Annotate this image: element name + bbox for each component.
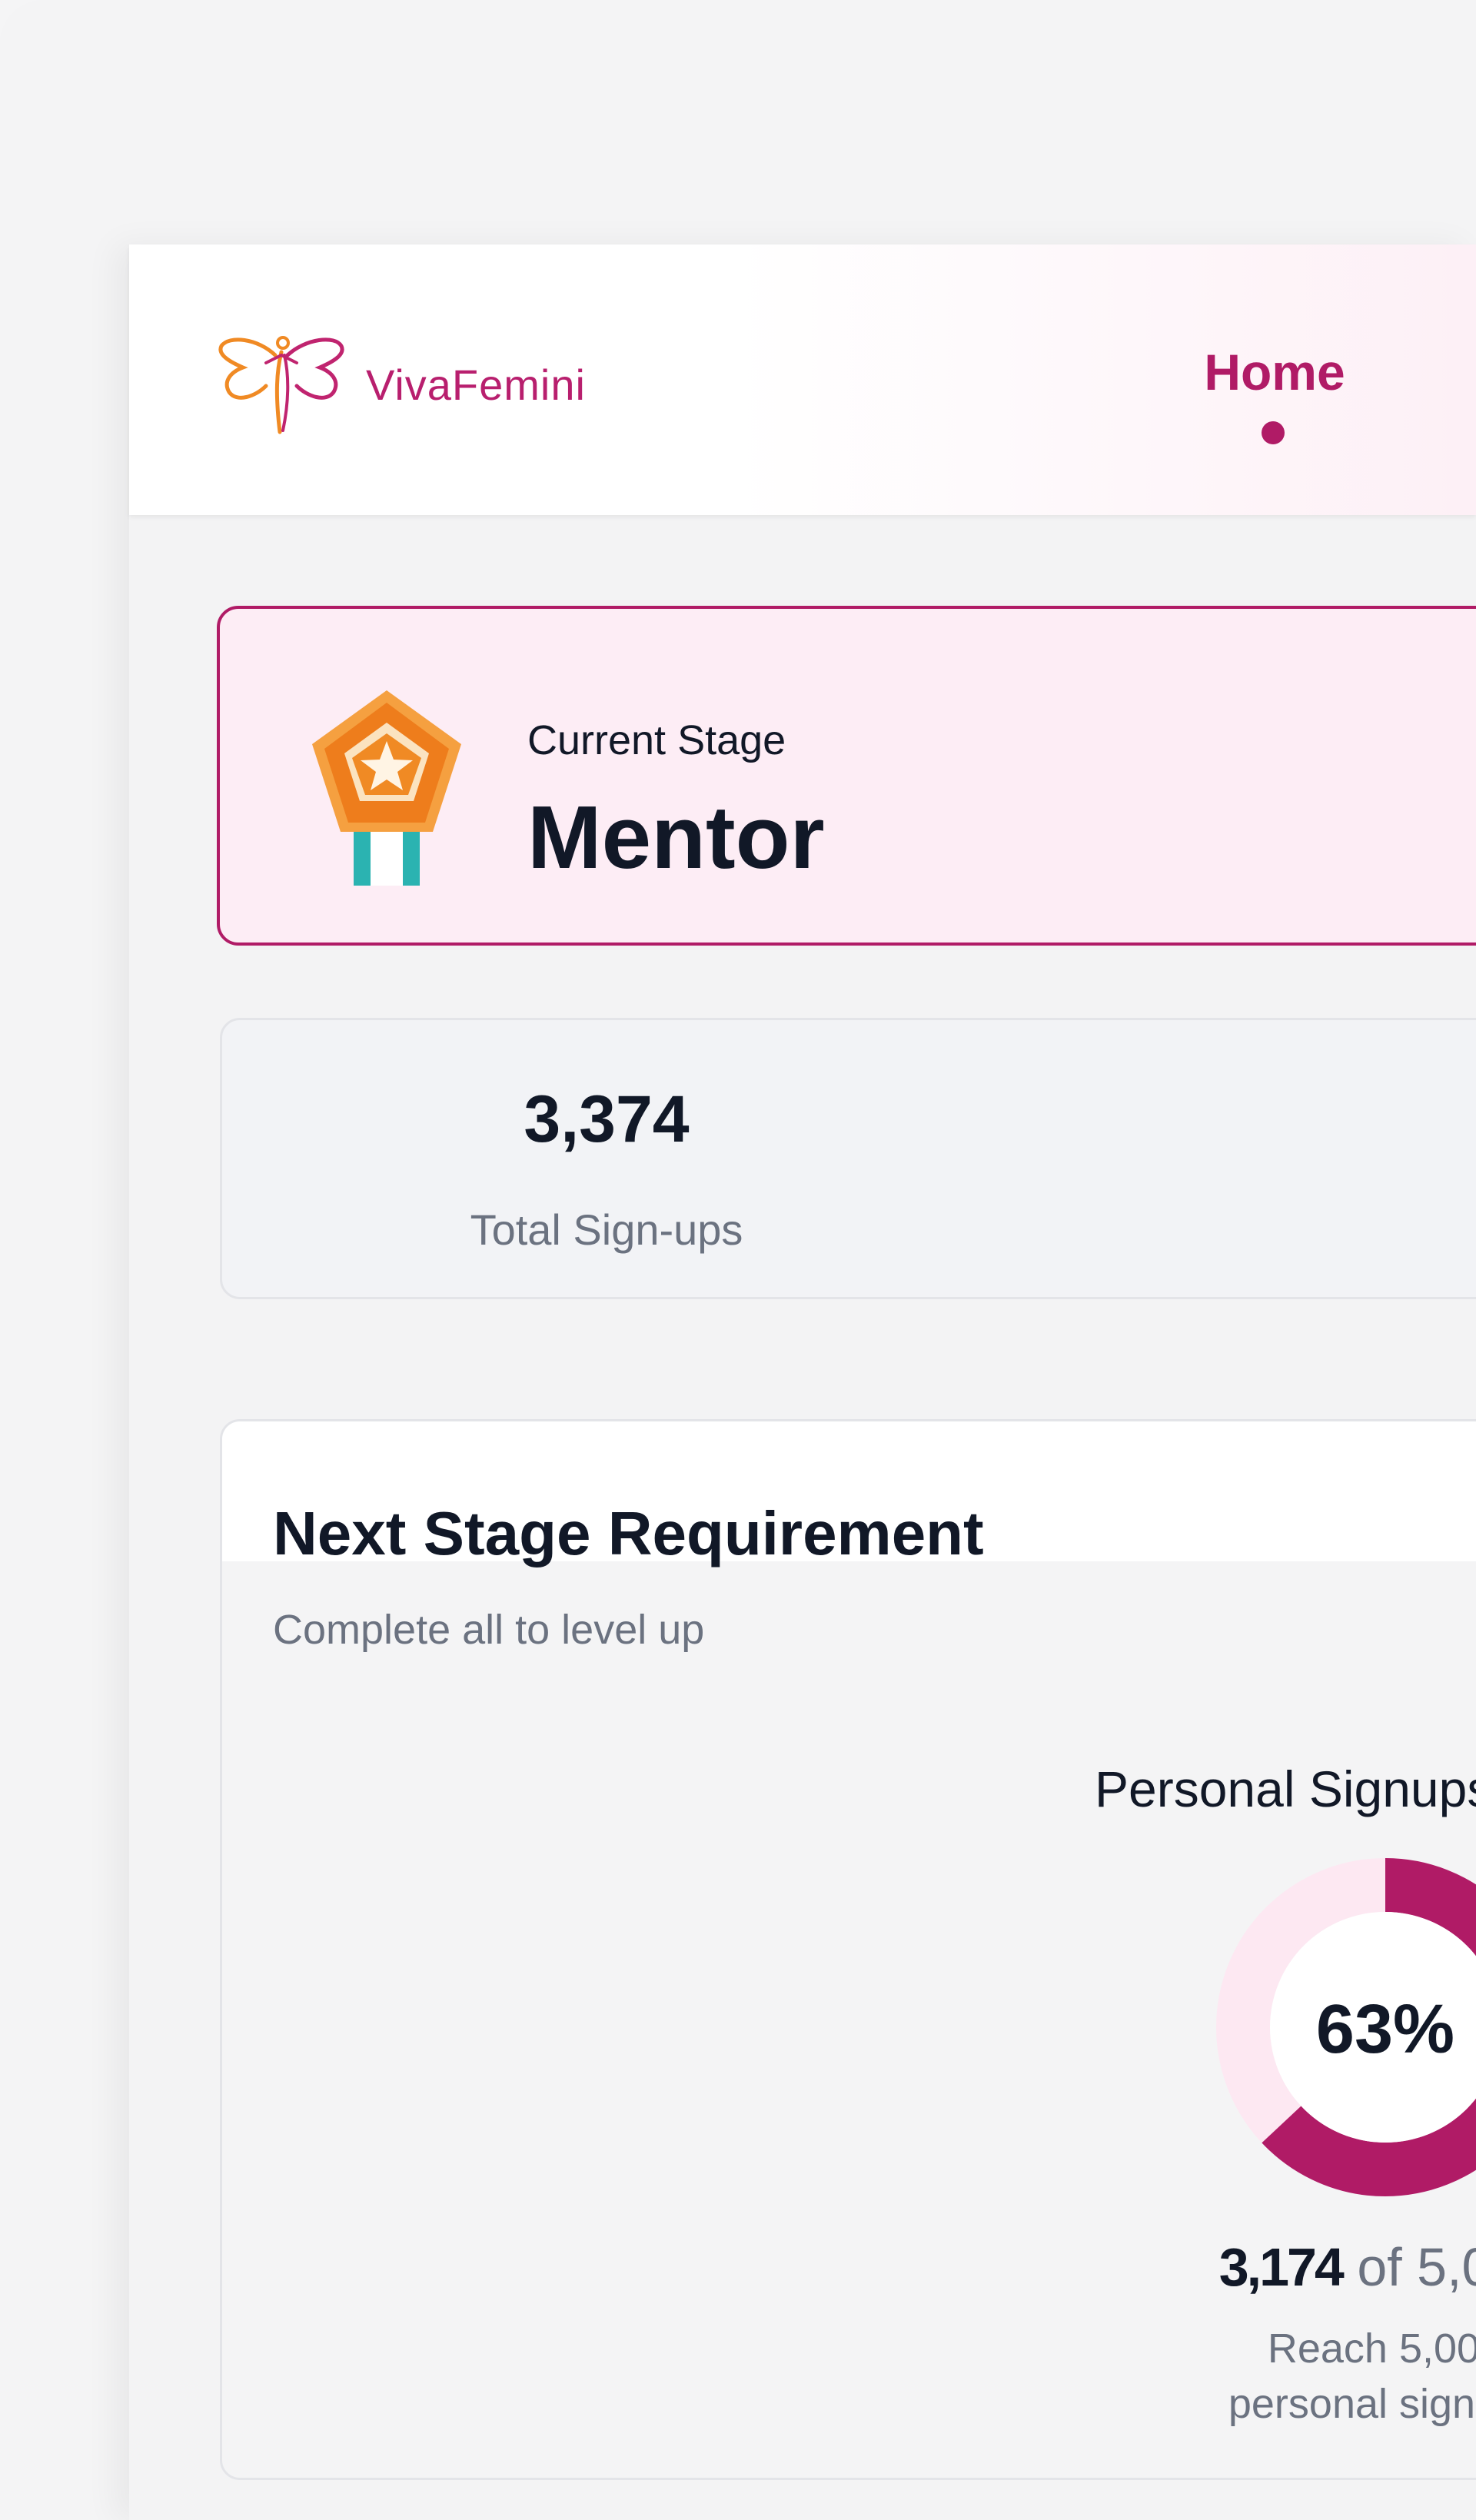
progress-count: 3,174 of 5,000 <box>1208 2236 1476 2298</box>
current-stage-card: Current Stage Mentor <box>217 606 1476 946</box>
app-window: VivaFemini Home Current Stage Mentor 3,3… <box>129 244 1476 2520</box>
metric-label: Personal Signups <box>1095 1760 1476 1817</box>
brand-logo[interactable]: VivaFemini <box>215 331 586 438</box>
progress-current: 3,174 <box>1218 2237 1345 2297</box>
total-signups-card: 3,374 Total Sign-ups <box>220 1018 1476 1299</box>
butterfly-logo-icon <box>218 336 344 434</box>
total-signups-label: Total Sign-ups <box>470 1205 743 1254</box>
brand-name: VivaFemini <box>366 360 586 409</box>
next-stage-requirement-card: Next Stage Requirement Complete all to l… <box>220 1419 1476 2480</box>
progress-target: of 5,000 <box>1357 2237 1476 2297</box>
requirement-subtitle: Complete all to level up <box>273 1607 705 1653</box>
nav-item-home[interactable]: Home <box>1182 343 1367 401</box>
requirement-title: Next Stage Requirement <box>273 1499 984 1568</box>
goal-description: Reach 5,000 personal signups <box>1228 2326 1476 2427</box>
nav-active-indicator <box>1262 421 1285 444</box>
total-signups-value: 3,374 <box>524 1082 690 1156</box>
progress-percent: 63% <box>1315 1991 1455 2068</box>
medal-star-icon <box>312 690 461 886</box>
stage-value: Mentor <box>527 787 825 887</box>
top-navbar: VivaFemini Home <box>129 244 1476 515</box>
stage-label: Current Stage <box>527 717 786 763</box>
